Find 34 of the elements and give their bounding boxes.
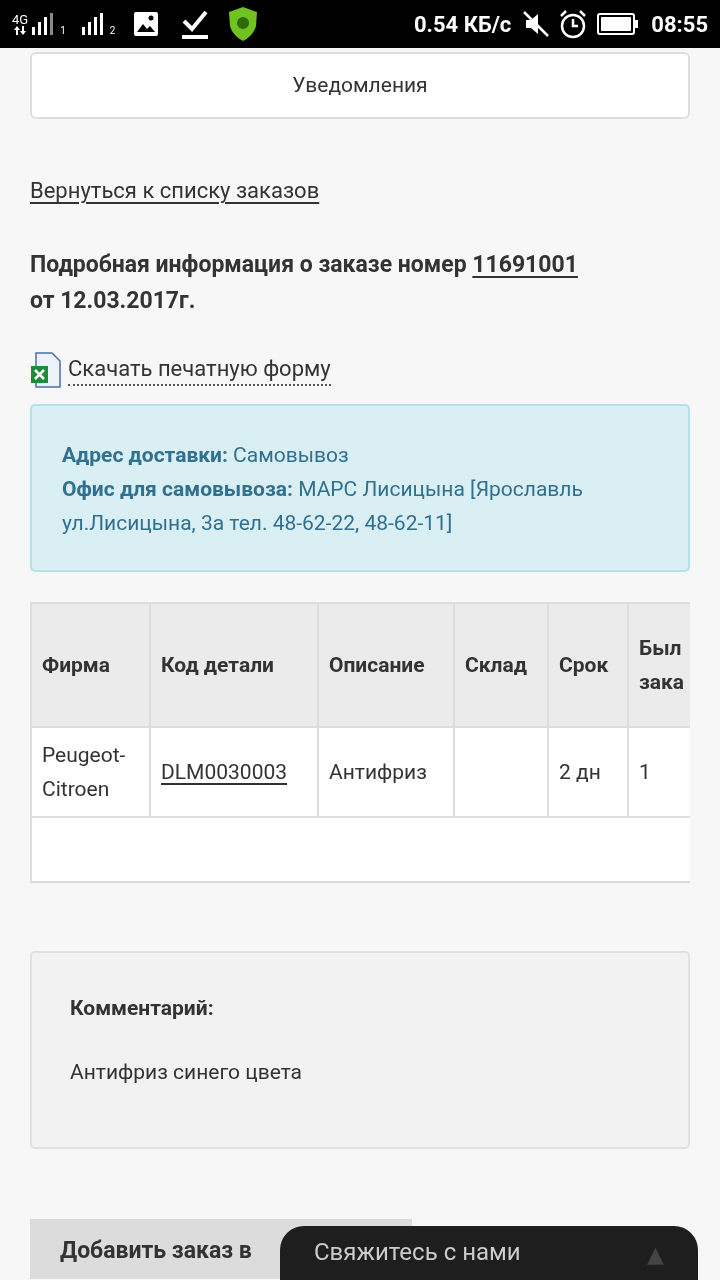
battery-icon (597, 13, 640, 35)
column-header: Фирма (31, 603, 150, 727)
network-speed: 0.54 КБ/с (413, 10, 512, 39)
delivery-info: Офис для самовывоза: МАРС Лисицына [Ярославль ул.Лисицына, 3а тел. 48-62-22, 48-62-11] (62, 476, 584, 537)
download-link[interactable]: Скачать печатную форму (68, 354, 331, 386)
arrow-icon: ▲ (647, 1238, 664, 1271)
comment-title: Комментарий: (70, 995, 215, 1022)
table-cell: Антифриз (318, 727, 454, 817)
order-number-link[interactable]: 11691001 (472, 251, 578, 278)
signal-icon: 4G (12, 13, 29, 35)
sim-number: 1 (60, 23, 66, 38)
image-icon (133, 11, 160, 37)
column-header: Был зака (628, 603, 690, 727)
part-code-link[interactable]: DLM0030003 (150, 727, 318, 817)
table-cell: 1 (628, 727, 690, 817)
comment-text: Антифриз синего цвета (70, 1058, 304, 1086)
table-cell: Peugeot-Citroen (31, 727, 150, 817)
alarm-icon (559, 9, 588, 39)
notifications-button[interactable]: Уведомления (30, 52, 690, 119)
sim-number: 2 (109, 23, 116, 38)
clock: 08:55 (651, 10, 708, 39)
column-header: Код детали (150, 603, 318, 727)
table-cell: 2 дн (548, 727, 628, 817)
order-heading: Подробная информация о заказе номер 11691001 от 12.03.2017г. (30, 250, 579, 316)
column-header: Срок (548, 603, 628, 727)
contact-toast[interactable]: Свяжитесь с нами ▲ (280, 1226, 698, 1280)
delivery-info: Адрес доставки: Самовывоз (62, 442, 350, 469)
shield-icon (227, 6, 260, 42)
data-arrows-icon (14, 26, 27, 35)
spreadsheet-icon (30, 352, 62, 388)
column-header: Склад (454, 603, 548, 727)
back-link[interactable]: Вернуться к списку заказов (30, 178, 320, 203)
column-header: Описание (318, 603, 454, 727)
download-done-icon (181, 9, 210, 39)
